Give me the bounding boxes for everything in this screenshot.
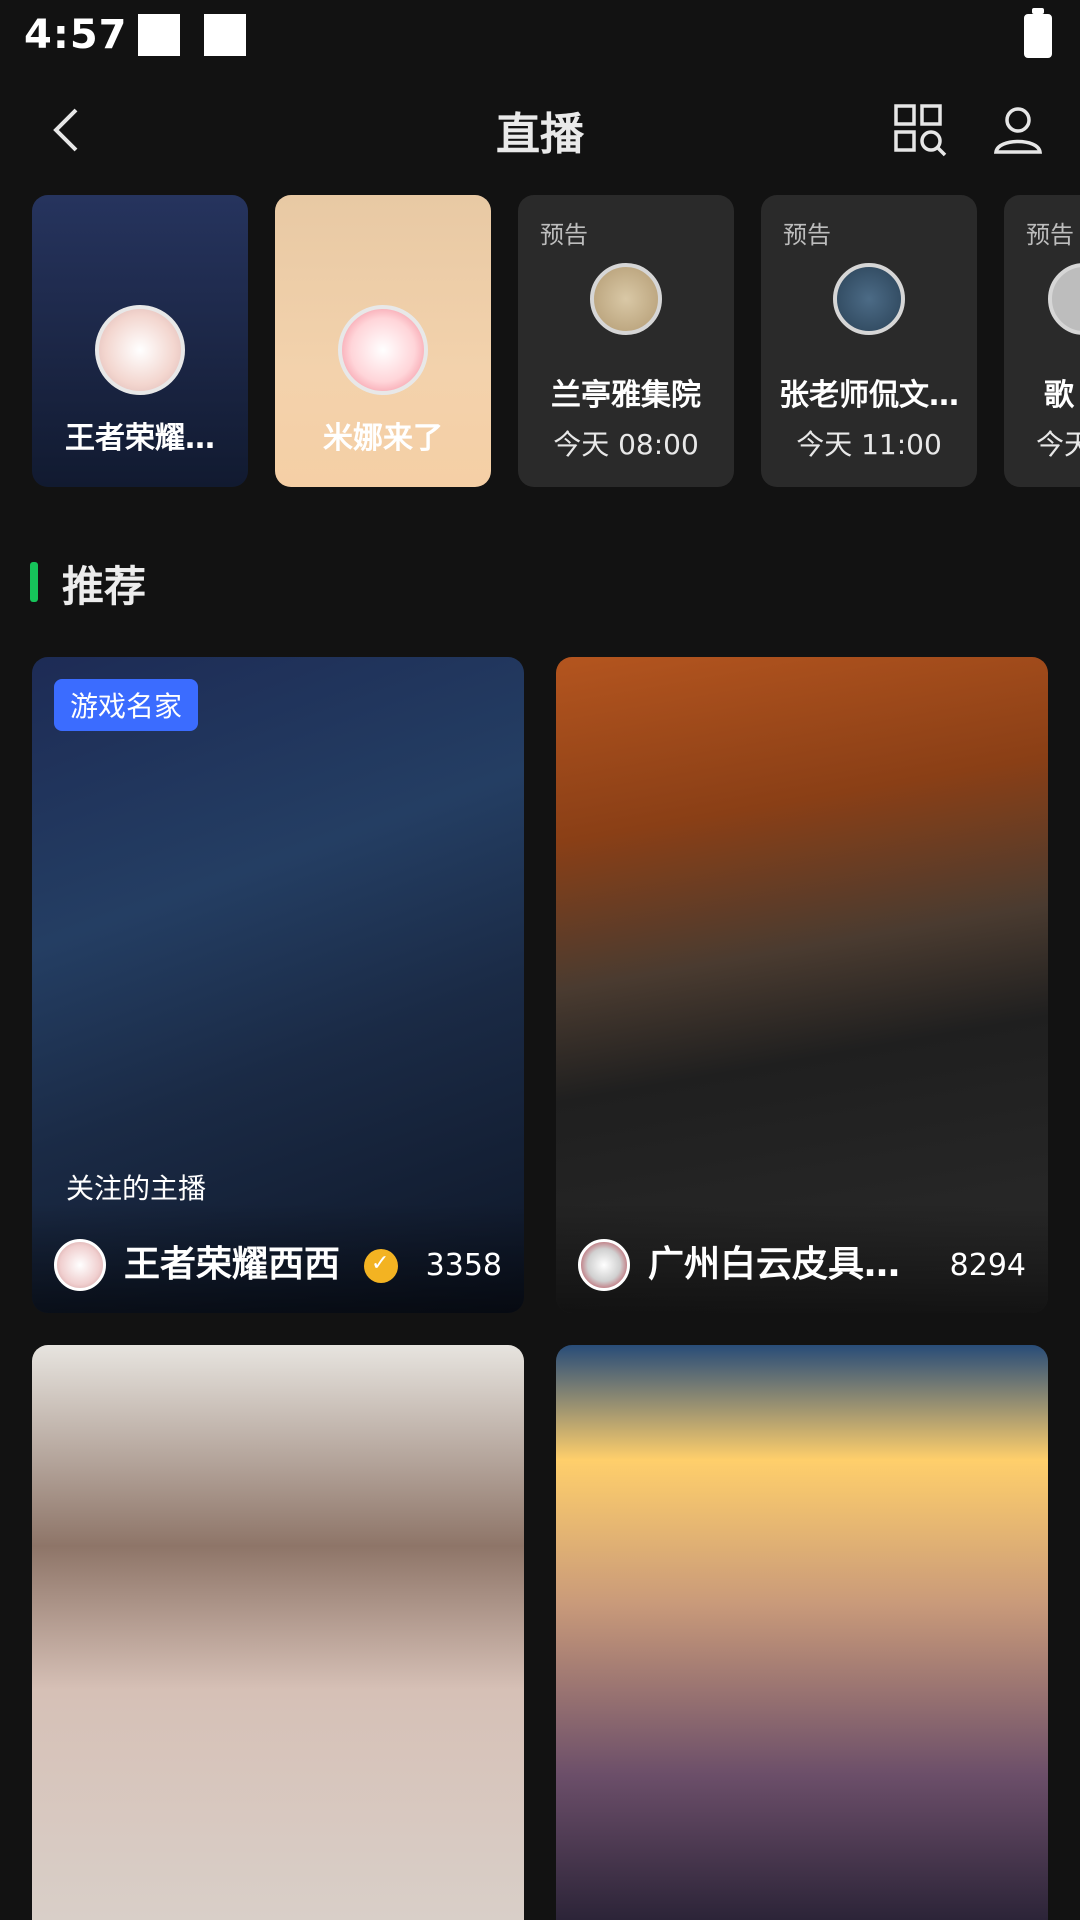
preview-label: 预告 [1026,221,1074,249]
verified-icon [364,1249,398,1283]
grid-search-icon [894,104,947,157]
notification-icon [204,14,246,56]
scan-button[interactable] [890,100,950,160]
avatar [578,1239,630,1291]
live-tile[interactable] [32,1345,524,1920]
category-badge: 游戏名家 [54,679,199,731]
preview-card[interactable]: 预告 歌 今天 [1004,195,1080,487]
profile-button[interactable] [988,100,1048,160]
live-card[interactable]: 米娜来了 [275,195,491,487]
user-icon [993,107,1043,154]
avatar [95,305,185,395]
preview-time: 今天 11:00 [796,428,942,461]
channel-logo [833,263,905,335]
battery-icon [1024,8,1052,58]
viewer-count: 8294 [949,1248,1026,1283]
avatar [54,1239,106,1291]
viewer-count: 3358 [425,1248,502,1283]
section-title: 推荐 [62,562,147,611]
live-tile[interactable]: 游戏名家 关注的主播 王者荣耀西西 3358 [32,657,524,1313]
channel-logo [590,263,662,335]
live-cards-row: 王者荣耀… 米娜来了 预告 兰亭雅集院 今天 08:00 预告 张老师侃文… 今… [0,195,1080,490]
live-card[interactable]: 王者荣耀… [32,195,248,487]
card-name: 王者荣耀… [65,421,215,456]
avatar [338,305,428,395]
preview-title: 张老师侃文… [779,378,959,413]
streamer-name: 广州白云皮具… [648,1244,901,1285]
preview-title: 兰亭雅集院 [551,378,701,413]
live-tile[interactable] [556,1345,1048,1920]
card-name: 米娜来了 [323,421,443,456]
top-nav: 直播 [0,90,1080,170]
preview-card[interactable]: 预告 兰亭雅集院 今天 08:00 [518,195,734,487]
channel-logo [1048,263,1080,335]
preview-time: 今天 [1036,428,1080,461]
notification-icon [138,14,180,56]
status-time: 4:57 [24,12,128,58]
section-accent-bar [30,562,38,602]
follow-label: 关注的主播 [66,1172,207,1205]
preview-label: 预告 [540,221,588,249]
status-bar: 4:57 [0,0,1080,72]
preview-card[interactable]: 预告 张老师侃文… 今天 11:00 [761,195,977,487]
preview-label: 预告 [783,221,831,249]
live-tile[interactable]: 广州白云皮具… 8294 [556,657,1048,1313]
preview-time: 今天 08:00 [553,428,699,461]
preview-title: 歌 [1044,378,1074,413]
streamer-name: 王者荣耀西西 [124,1244,341,1285]
